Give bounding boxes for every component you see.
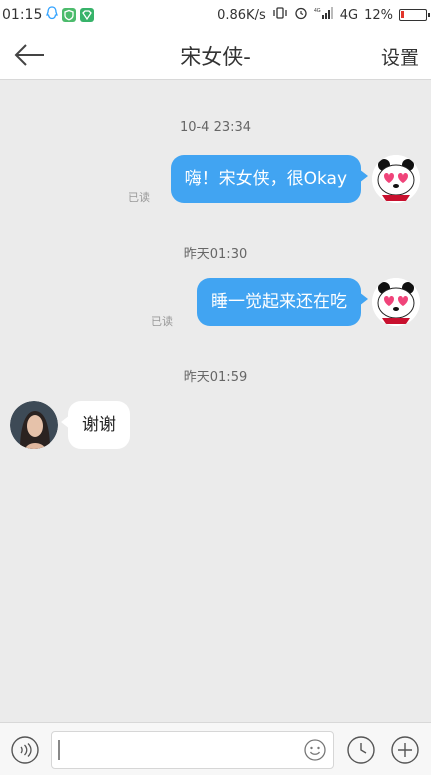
more-button[interactable] xyxy=(390,735,420,765)
timer-button[interactable] xyxy=(346,735,376,765)
text-caret xyxy=(58,740,60,760)
read-status: 已读 xyxy=(128,191,150,204)
voice-button[interactable] xyxy=(10,735,40,765)
svg-text:4G: 4G xyxy=(314,8,321,14)
plus-icon xyxy=(391,736,419,764)
read-status: 已读 xyxy=(151,315,173,328)
message-bubble-out[interactable]: 嗨！宋女侠，很Okay xyxy=(170,155,369,203)
emoji-icon xyxy=(304,739,326,761)
network-speed: 0.86K/s xyxy=(217,7,266,23)
emoji-button[interactable] xyxy=(303,738,327,762)
status-bar: 01:15 0.86K/s 4G 4G 12% xyxy=(0,0,431,30)
battery-fill xyxy=(401,11,404,18)
clock-icon xyxy=(347,736,375,764)
shield-app-icon xyxy=(62,8,77,22)
message-bubble-in[interactable]: 谢谢 xyxy=(61,401,130,449)
status-left: 01:15 xyxy=(2,6,95,24)
battery-icon xyxy=(399,9,430,21)
contact-photo xyxy=(10,401,58,449)
my-avatar[interactable] xyxy=(372,278,420,326)
vpn-app-icon xyxy=(80,8,95,22)
title-bar: 宋女侠- 设置 xyxy=(0,30,431,80)
message-input[interactable] xyxy=(51,731,334,769)
contact-avatar[interactable] xyxy=(10,401,58,449)
alarm-icon xyxy=(294,6,308,24)
message-timestamp: 昨天01:30 xyxy=(183,247,248,262)
voice-icon xyxy=(11,736,39,764)
status-right: 0.86K/s 4G 4G 12% xyxy=(217,6,430,24)
battery-percent: 12% xyxy=(364,7,393,23)
message-timestamp: 10-4 23:34 xyxy=(179,120,252,135)
chat-title: 宋女侠- xyxy=(180,45,251,69)
signal-icon: 4G xyxy=(314,6,334,24)
settings-button[interactable]: 设置 xyxy=(381,43,419,70)
network-type: 4G xyxy=(339,7,359,23)
panda-avatar-icon xyxy=(372,155,420,203)
message-bubble-out[interactable]: 睡一觉起来还在吃 xyxy=(197,278,368,326)
status-time: 01:15 xyxy=(2,7,43,23)
qq-icon xyxy=(46,6,59,24)
input-bar xyxy=(0,722,431,775)
my-avatar[interactable] xyxy=(372,155,420,203)
panda-avatar-icon xyxy=(372,278,420,326)
vibrate-icon xyxy=(272,6,288,24)
message-timestamp: 昨天01:59 xyxy=(183,370,248,385)
